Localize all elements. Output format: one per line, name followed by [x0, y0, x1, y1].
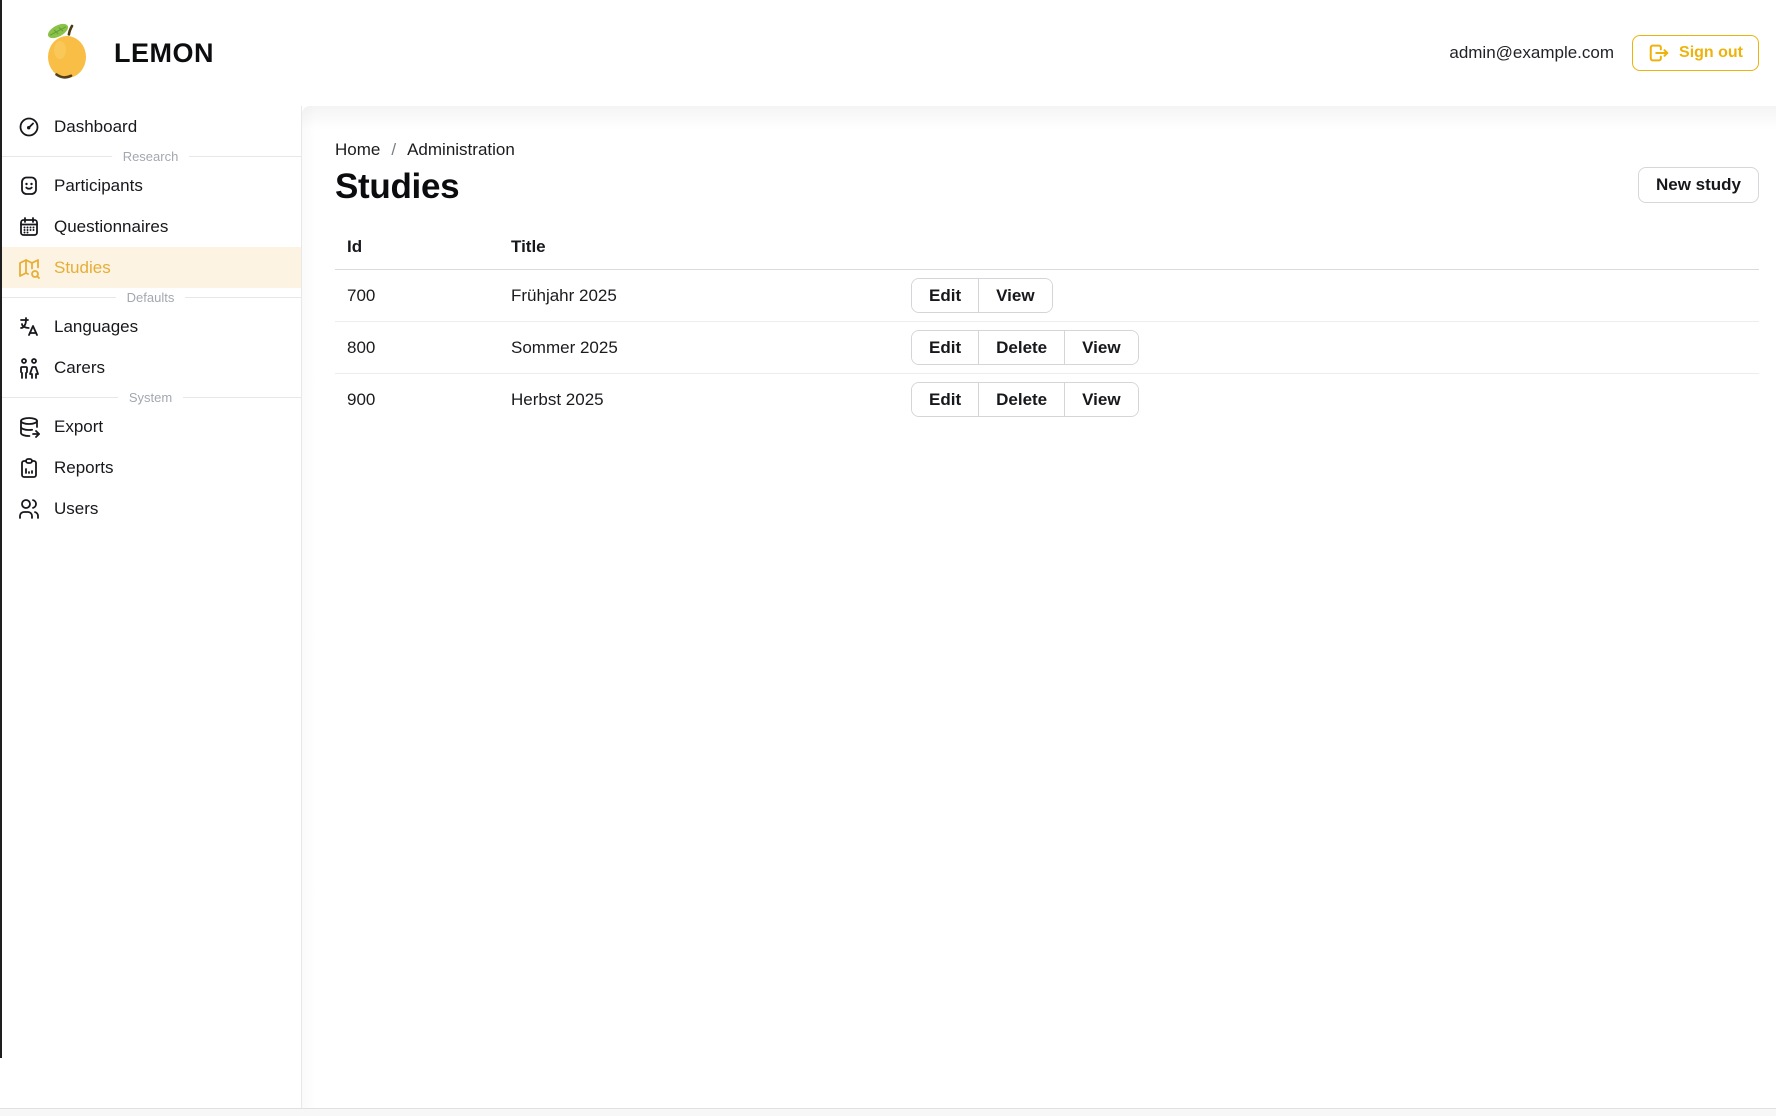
sidebar-item-label: Users: [54, 499, 98, 519]
breadcrumb: Home / Administration: [335, 140, 1759, 160]
calendar-icon: [17, 215, 41, 239]
new-study-button[interactable]: New study: [1638, 167, 1759, 203]
view-button[interactable]: View: [1064, 383, 1137, 416]
lemon-icon: [46, 22, 90, 85]
sidebar-item-carers[interactable]: Carers: [0, 347, 301, 388]
column-header-actions: [899, 233, 1759, 270]
sidebar-item-studies[interactable]: Studies: [0, 247, 301, 288]
sidebar-item-questionnaires[interactable]: Questionnaires: [0, 206, 301, 247]
sidebar-item-label: Carers: [54, 358, 105, 378]
edit-button[interactable]: Edit: [912, 279, 978, 312]
table-row: 800 Sommer 2025 Edit Delete View: [335, 322, 1759, 374]
section-label: System: [129, 390, 172, 405]
sidebar-item-label: Reports: [54, 458, 114, 478]
users-icon: [17, 497, 41, 521]
row-actions: Edit Delete View: [911, 330, 1139, 365]
view-button[interactable]: View: [1064, 331, 1137, 364]
face-icon: [17, 174, 41, 198]
sidebar-item-label: Dashboard: [54, 117, 137, 137]
column-header-id: Id: [335, 233, 499, 270]
sign-out-button[interactable]: Sign out: [1632, 35, 1759, 71]
section-label: Defaults: [127, 290, 175, 305]
sidebar-item-dashboard[interactable]: Dashboard: [0, 106, 301, 147]
row-actions: Edit View: [911, 278, 1053, 313]
sidebar-item-label: Studies: [54, 258, 111, 278]
header-right: admin@example.com Sign out: [1449, 35, 1759, 71]
cell-actions: Edit View: [899, 270, 1759, 322]
sidebar-item-label: Export: [54, 417, 103, 437]
cell-title: Sommer 2025: [499, 322, 899, 374]
cell-title: Herbst 2025: [499, 374, 899, 426]
edit-button[interactable]: Edit: [912, 383, 978, 416]
view-button[interactable]: View: [978, 279, 1051, 312]
main-content: Home / Administration Studies New study …: [302, 106, 1776, 1109]
page-title: Studies: [335, 168, 1759, 206]
language-icon: [17, 315, 41, 339]
gauge-icon: [17, 115, 41, 139]
sidebar-item-languages[interactable]: Languages: [0, 306, 301, 347]
user-email: admin@example.com: [1449, 43, 1614, 63]
cell-title: Frühjahr 2025: [499, 270, 899, 322]
cell-id: 900: [335, 374, 499, 426]
cell-actions: Edit Delete View: [899, 374, 1759, 426]
sidebar-section-defaults: Defaults: [0, 288, 301, 306]
delete-button[interactable]: Delete: [978, 331, 1064, 364]
brand: LEMON: [46, 22, 214, 85]
sidebar-section-research: Research: [0, 147, 301, 165]
sidebar-item-reports[interactable]: Reports: [0, 447, 301, 488]
row-actions: Edit Delete View: [911, 382, 1139, 417]
sidebar-section-system: System: [0, 388, 301, 406]
studies-table: Id Title 700 Frühjahr 2025 Edit View: [335, 233, 1759, 425]
table-row: 900 Herbst 2025 Edit Delete View: [335, 374, 1759, 426]
app-window: LEMON admin@example.com Sign out: [0, 0, 1776, 1116]
breadcrumb-separator: /: [391, 140, 396, 160]
top-header: LEMON admin@example.com Sign out: [0, 0, 1776, 106]
cell-id: 800: [335, 322, 499, 374]
screen-edge-artifact: [0, 0, 2, 1058]
breadcrumb-home[interactable]: Home: [335, 140, 380, 160]
window-bottom-edge: [0, 1108, 1776, 1116]
sidebar-item-label: Participants: [54, 176, 143, 196]
section-label: Research: [123, 149, 179, 164]
sidebar-item-label: Questionnaires: [54, 217, 168, 237]
brand-title: LEMON: [114, 38, 214, 69]
sidebar-item-label: Languages: [54, 317, 138, 337]
column-header-title: Title: [499, 233, 899, 270]
map-search-icon: [17, 256, 41, 280]
sidebar: Dashboard Research Participants: [0, 106, 302, 1109]
cell-id: 700: [335, 270, 499, 322]
sidebar-item-participants[interactable]: Participants: [0, 165, 301, 206]
sidebar-item-export[interactable]: Export: [0, 406, 301, 447]
database-export-icon: [17, 415, 41, 439]
edit-button[interactable]: Edit: [912, 331, 978, 364]
people-icon: [17, 356, 41, 380]
table-header-row: Id Title: [335, 233, 1759, 270]
table-row: 700 Frühjahr 2025 Edit View: [335, 270, 1759, 322]
sidebar-item-users[interactable]: Users: [0, 488, 301, 529]
sign-out-label: Sign out: [1679, 44, 1743, 62]
clipboard-chart-icon: [17, 456, 41, 480]
cell-actions: Edit Delete View: [899, 322, 1759, 374]
delete-button[interactable]: Delete: [978, 383, 1064, 416]
breadcrumb-administration[interactable]: Administration: [407, 140, 515, 160]
logout-icon: [1648, 42, 1670, 64]
